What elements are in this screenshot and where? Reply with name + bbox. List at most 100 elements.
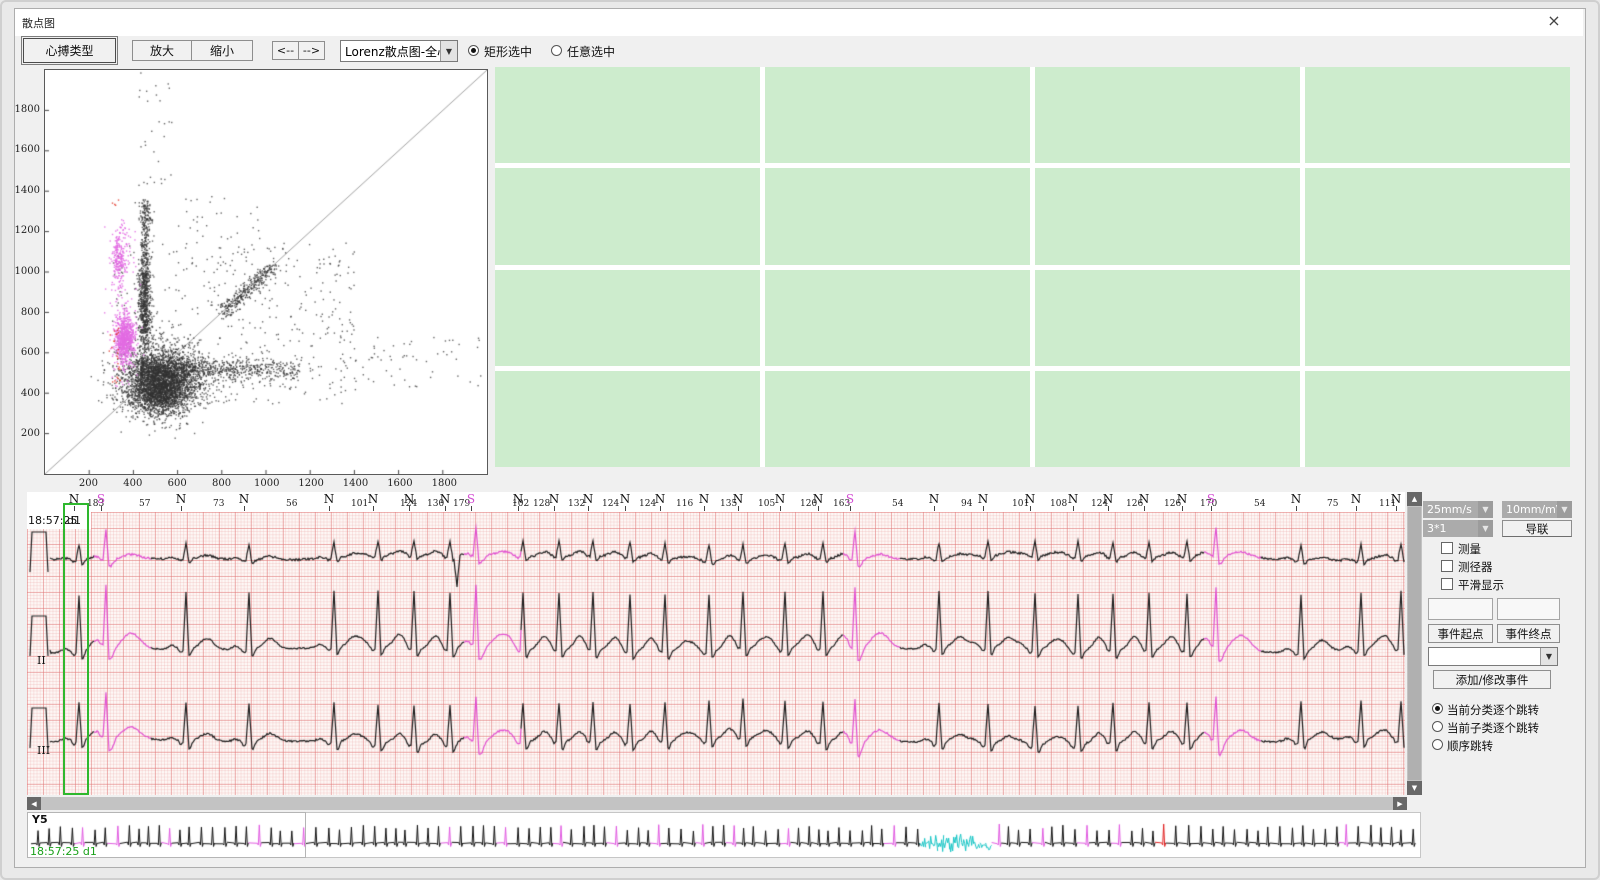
gain-select[interactable]: 10mm/mV ▼	[1502, 501, 1572, 518]
beat-type-button[interactable]: 心搏类型	[23, 38, 116, 63]
x-tick-label: 200	[76, 478, 100, 489]
chevron-down-icon[interactable]: ▼	[1557, 501, 1572, 518]
rect-select-radio[interactable]	[468, 45, 479, 56]
beat-label[interactable]: N	[511, 492, 525, 506]
lorenz-scatter-plot[interactable]	[44, 69, 488, 475]
scroll-left-icon[interactable]: ◀	[27, 797, 41, 810]
beat-label[interactable]: N	[1389, 492, 1403, 506]
zoom-out-button[interactable]: 缩小	[191, 40, 253, 61]
add-event-button[interactable]: 添加/修改事件	[1433, 670, 1551, 689]
template-cell[interactable]	[495, 168, 760, 264]
template-cell[interactable]	[1305, 270, 1570, 366]
beat-label[interactable]: S	[94, 492, 108, 506]
zoom-in-button[interactable]: 放大	[132, 40, 192, 61]
beat-label[interactable]: N	[438, 492, 452, 506]
beat-label[interactable]: N	[1289, 492, 1303, 506]
beat-label[interactable]: N	[547, 492, 561, 506]
beat-label[interactable]: N	[731, 492, 745, 506]
checkbox-3[interactable]	[1441, 578, 1453, 590]
chevron-down-icon[interactable]: ▼	[1478, 501, 1493, 518]
horizontal-scrollbar[interactable]	[41, 797, 1393, 810]
beat-label[interactable]: N	[811, 492, 825, 506]
speed-select[interactable]: 25mm/s ▼	[1423, 501, 1493, 518]
beat-label[interactable]: N	[618, 492, 632, 506]
template-cell[interactable]	[1305, 168, 1570, 264]
next-button[interactable]: -->	[298, 41, 325, 60]
template-cell[interactable]	[1035, 67, 1300, 163]
beat-template-grid[interactable]	[495, 67, 1570, 467]
template-cell[interactable]	[1035, 270, 1300, 366]
template-cell[interactable]	[495, 270, 760, 366]
beat-label[interactable]: N	[927, 492, 941, 506]
beat-label[interactable]: S	[1204, 492, 1218, 506]
beat-label[interactable]: N	[773, 492, 787, 506]
leads-button[interactable]: 导联	[1502, 520, 1572, 537]
plot-type-select[interactable]: Lorenz散点图-全心 ▼	[340, 40, 458, 62]
chevron-down-icon[interactable]: ▼	[440, 41, 457, 61]
beat-label[interactable]: N	[976, 492, 990, 506]
beat-label[interactable]: N	[653, 492, 667, 506]
template-cell[interactable]	[765, 371, 1030, 467]
beat-label[interactable]: N	[1101, 492, 1115, 506]
layout-select[interactable]: 3*1 ▼	[1423, 520, 1493, 537]
beat-tick	[554, 506, 555, 511]
beat-tick	[588, 506, 589, 511]
jump-mode-radio-2[interactable]	[1432, 721, 1443, 732]
template-cell[interactable]	[1035, 371, 1300, 467]
beat-label[interactable]: S	[843, 492, 857, 506]
beat-label[interactable]: S	[464, 492, 478, 506]
beat-label[interactable]: N	[322, 492, 336, 506]
beat-tick	[1073, 506, 1074, 511]
prev-button[interactable]: <--	[272, 41, 299, 60]
close-icon[interactable]: ×	[1544, 11, 1564, 31]
scatter-canvas[interactable]	[45, 70, 487, 474]
beat-label[interactable]: N	[366, 492, 380, 506]
chevron-down-icon[interactable]: ▼	[1540, 648, 1557, 665]
beat-label[interactable]: N	[1175, 492, 1189, 506]
ecg-trace-canvas[interactable]	[27, 512, 1405, 795]
y-tick-label: 600	[10, 347, 40, 358]
beat-tick	[329, 506, 330, 511]
beat-label[interactable]: N	[1066, 492, 1080, 506]
event-type-select[interactable]: ▼	[1428, 647, 1558, 666]
gain-value: 10mm/mV	[1502, 503, 1557, 516]
event-end-button[interactable]: 事件终点	[1497, 624, 1560, 643]
template-cell[interactable]	[765, 67, 1030, 163]
template-cell[interactable]	[495, 67, 760, 163]
y-tick-label: 200	[10, 428, 40, 439]
template-cell[interactable]	[495, 371, 760, 467]
beat-label[interactable]: N	[1349, 492, 1363, 506]
chevron-down-icon[interactable]: ▼	[1478, 520, 1493, 537]
beat-label[interactable]: N	[581, 492, 595, 506]
scroll-right-icon[interactable]: ▶	[1393, 797, 1407, 810]
beat-label[interactable]: N	[697, 492, 711, 506]
scroll-up-icon[interactable]: ▲	[1407, 492, 1422, 506]
beat-label[interactable]: N	[174, 492, 188, 506]
event-start-field[interactable]	[1428, 598, 1493, 620]
template-cell[interactable]	[1305, 371, 1570, 467]
beat-label[interactable]: N	[402, 492, 416, 506]
checkbox-1[interactable]	[1441, 542, 1453, 554]
selected-beat-box[interactable]	[63, 503, 89, 795]
beat-tick	[625, 506, 626, 511]
template-cell[interactable]	[1305, 67, 1570, 163]
checkbox-2[interactable]	[1441, 560, 1453, 572]
event-end-field[interactable]	[1497, 598, 1560, 620]
template-cell[interactable]	[765, 168, 1030, 264]
rr-value: 108	[1050, 499, 1067, 509]
template-cell[interactable]	[765, 270, 1030, 366]
beat-tick	[1030, 506, 1031, 511]
beat-tick	[1182, 506, 1183, 511]
jump-mode-radio-1[interactable]	[1432, 703, 1443, 714]
jump-mode-radio-3[interactable]	[1432, 739, 1443, 750]
beat-label[interactable]: N	[1137, 492, 1151, 506]
vertical-scrollbar-thumb[interactable]	[1408, 507, 1421, 780]
template-cell[interactable]	[1035, 168, 1300, 264]
ecg-paper[interactable]	[27, 512, 1405, 795]
free-select-radio[interactable]	[551, 45, 562, 56]
beat-label[interactable]: N	[1023, 492, 1037, 506]
beat-label[interactable]: N	[237, 492, 251, 506]
checkbox-label: 测量	[1458, 541, 1481, 557]
scroll-down-icon[interactable]: ▼	[1407, 781, 1422, 795]
event-start-button[interactable]: 事件起点	[1428, 624, 1493, 643]
